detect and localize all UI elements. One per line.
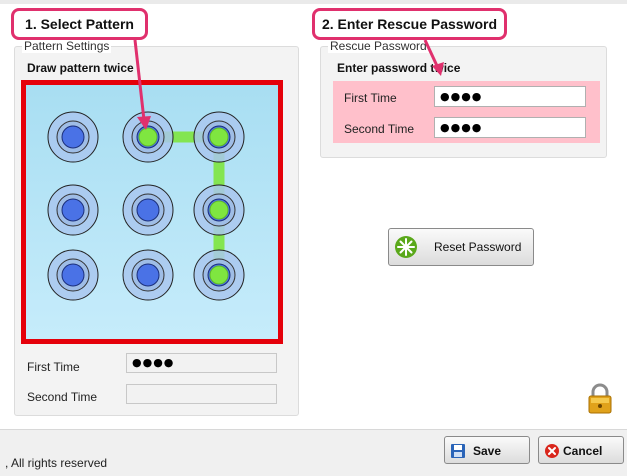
pattern-second-time-label: Second Time (27, 390, 98, 404)
callout-enter-rescue-password: 2. Enter Rescue Password (312, 8, 507, 40)
pattern-dot[interactable] (122, 111, 174, 163)
padlock-icon (588, 383, 612, 414)
pattern-grid[interactable] (26, 85, 278, 339)
red-x-icon (545, 444, 559, 458)
pattern-dot[interactable] (193, 249, 245, 301)
pattern-first-time-field: ●●●● (126, 353, 277, 373)
pattern-dot[interactable] (122, 184, 174, 236)
rescue-first-time-input[interactable] (434, 86, 586, 107)
copyright-text: , All rights reserved (5, 456, 108, 470)
pattern-grid-frame[interactable] (21, 80, 283, 344)
pattern-dot[interactable] (193, 111, 245, 163)
pattern-dot[interactable] (47, 249, 99, 301)
rescue-second-time-input[interactable] (434, 117, 586, 138)
pattern-second-time-field (126, 384, 277, 404)
rescue-first-time-label: First Time (344, 91, 397, 105)
callout-select-pattern: 1. Select Pattern (11, 8, 148, 40)
window-top-edge (0, 0, 627, 4)
save-button[interactable]: Save (444, 436, 530, 464)
pattern-dot[interactable] (193, 184, 245, 236)
reset-password-label: Reset Password (434, 240, 522, 254)
save-label: Save (473, 444, 502, 458)
pattern-dot[interactable] (47, 184, 99, 236)
pattern-dot[interactable] (47, 111, 99, 163)
pattern-dot[interactable] (122, 249, 174, 301)
rescue-password-title: Rescue Password (328, 39, 429, 53)
pattern-settings-title: Pattern Settings (22, 39, 112, 53)
floppy-disk-icon (451, 444, 465, 458)
rescue-second-time-label: Second Time (344, 122, 415, 136)
sparkle-icon (395, 236, 417, 258)
pattern-first-time-label: First Time (27, 360, 80, 374)
reset-password-button[interactable]: Reset Password (388, 228, 534, 266)
cancel-button[interactable]: Cancel (538, 436, 624, 464)
cancel-label: Cancel (563, 444, 603, 458)
pattern-instruction: Draw pattern twice (27, 61, 134, 75)
rescue-password-instruction: Enter password twice (337, 61, 461, 75)
